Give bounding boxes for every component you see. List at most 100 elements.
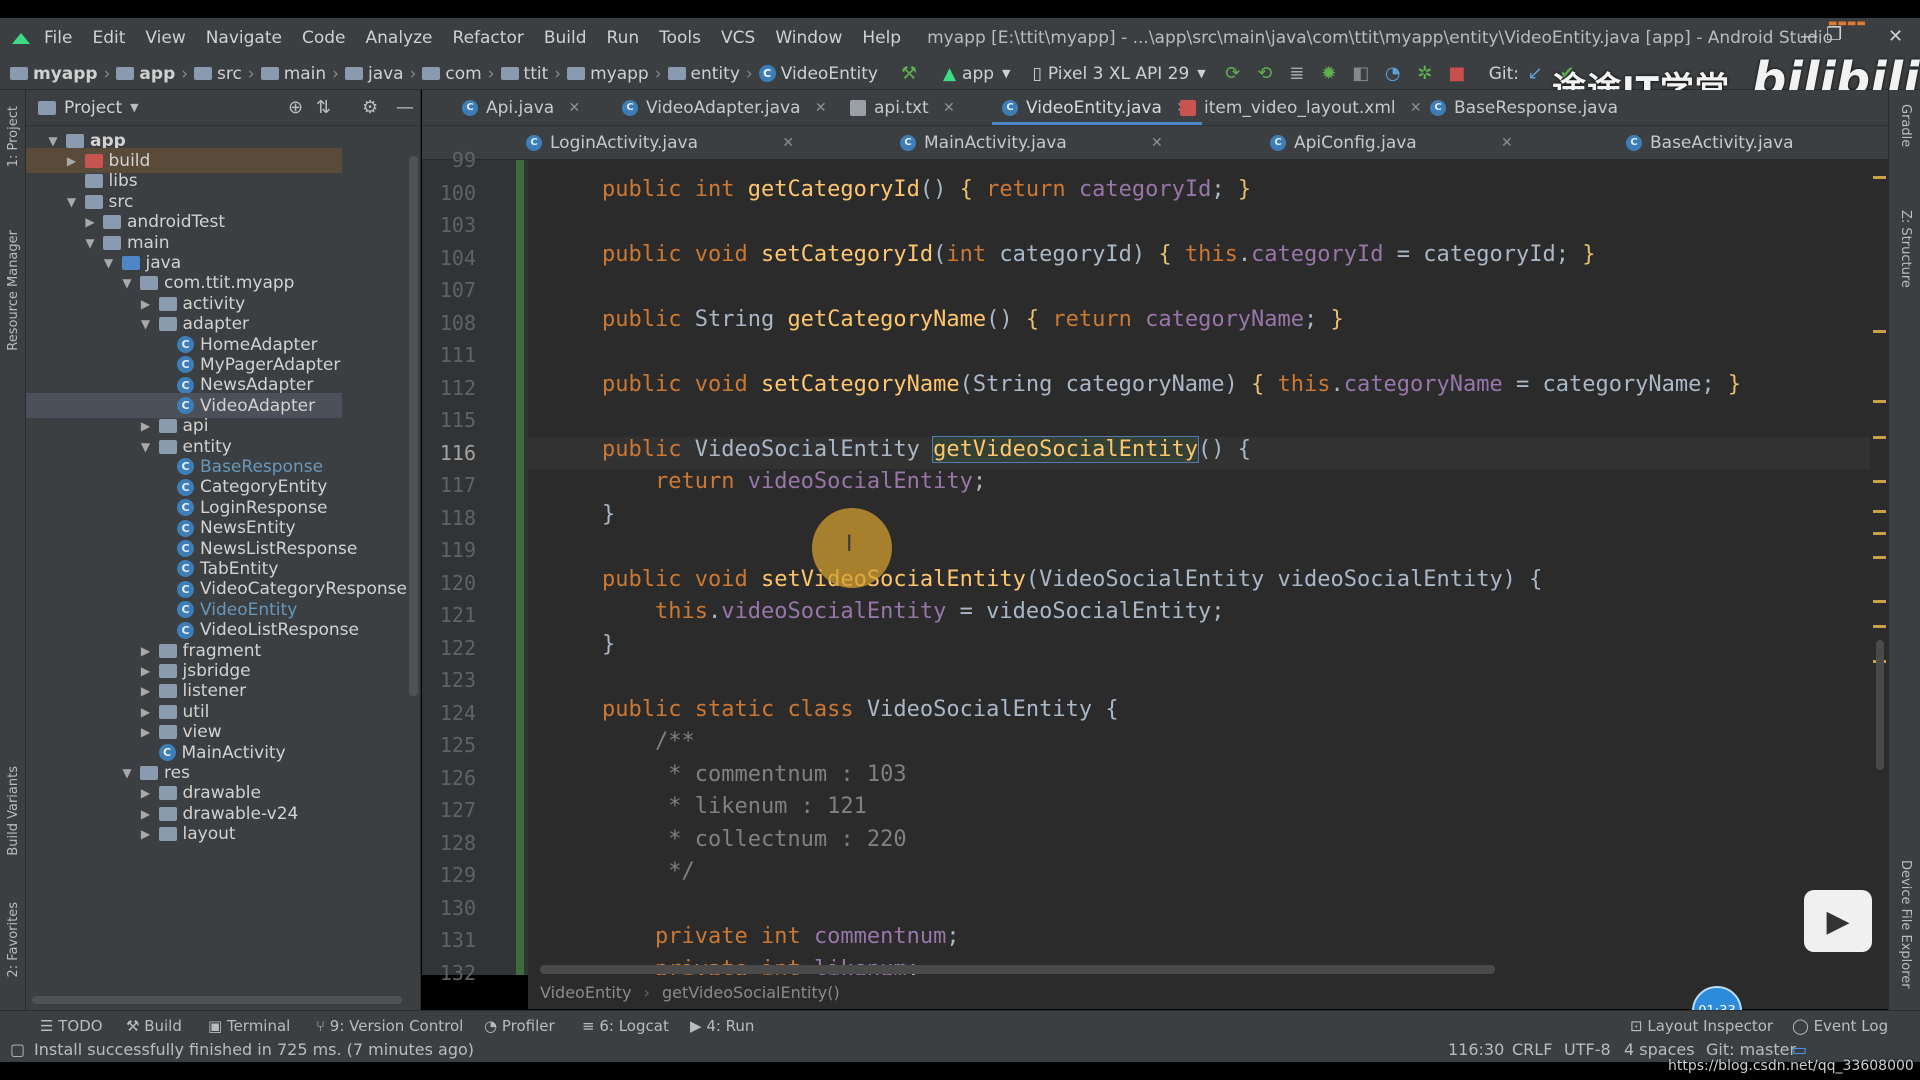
menu-help[interactable]: Help [862,28,901,48]
chevron-down-icon[interactable]: ▼ [130,101,138,114]
close-window-icon[interactable]: ✕ [1888,26,1903,47]
error-stripe-mark[interactable] [1873,510,1886,513]
tool-4-run[interactable]: ▶ 4: Run [690,1017,754,1035]
collapse-arrow-icon[interactable]: ▶ [137,297,155,311]
expand-arrow-icon[interactable]: ▼ [118,766,136,780]
crumb-ttit[interactable]: ttit › [500,64,568,84]
menu-refactor[interactable]: Refactor [453,28,524,48]
tree-hscrollbar[interactable] [32,996,402,1004]
expand-arrow-icon[interactable]: ▼ [137,317,155,331]
collapse-arrow-icon[interactable]: ▶ [137,419,155,433]
editor-crumb-method[interactable]: getVideoSocialEntity() [662,983,840,1002]
collapse-arrow-icon[interactable]: ▶ [137,705,155,719]
editor-hscrollbar[interactable] [540,965,1495,974]
menu-edit[interactable]: Edit [92,28,125,48]
collapse-arrow-icon[interactable]: ▶ [137,725,155,739]
editor-crumb-class[interactable]: VideoEntity [540,983,632,1002]
error-stripe-mark[interactable] [1873,480,1886,483]
menu-window[interactable]: Window [775,28,842,48]
crumb-myapp[interactable]: myapp › [567,64,667,84]
close-tab-icon[interactable]: ✕ [1501,135,1513,151]
run-config-select[interactable]: ▲ app ▼ [943,64,1011,84]
debug-icon[interactable]: ✹ [1316,61,1342,87]
tool-todo[interactable]: ☰ TODO [40,1017,103,1035]
vcs-branch[interactable]: Git: master [1706,1040,1796,1059]
hammer-build-icon[interactable]: ⚒ [896,61,922,87]
tool-9-version-control[interactable]: ⑂ 9: Version Control [316,1017,463,1035]
tab-videoadapter-java[interactable]: C VideoAdapter.java ✕ [622,90,827,125]
video-play-button[interactable]: ▶ [1804,890,1872,952]
close-tab-icon[interactable]: ✕ [943,100,955,116]
menu-code[interactable]: Code [302,28,346,48]
crumb-src[interactable]: src › [194,64,261,84]
error-stripe-mark[interactable] [1873,176,1886,179]
expand-arrow-icon[interactable]: ▼ [137,440,155,454]
error-stripe-mark[interactable] [1873,600,1886,603]
tab-api-txt[interactable]: api.txt ✕ [850,90,955,125]
error-stripe[interactable] [1870,160,1888,975]
gear-icon[interactable]: ⚙ [362,97,378,118]
stripe-structure[interactable]: Z: Structure [1898,210,1913,288]
stripe-project[interactable]: 1: Project [6,106,21,167]
line-separator[interactable]: CRLF [1512,1040,1552,1059]
editor-vscrollbar[interactable] [1876,640,1884,770]
menu-navigate[interactable]: Navigate [206,28,282,48]
tab-apiconfig-java[interactable]: C ApiConfig.java ✕ [1270,126,1513,159]
tool-terminal[interactable]: ▣ Terminal [208,1017,290,1035]
stripe-device-file-explorer[interactable]: Device File Explorer [1898,860,1913,989]
coverage-icon[interactable]: ◧ [1348,61,1374,87]
tab-mainactivity-java[interactable]: C MainActivity.java ✕ [900,126,1163,159]
restore-icon[interactable]: ❐ [1826,24,1842,45]
error-stripe-mark[interactable] [1873,625,1886,628]
collapse-arrow-icon[interactable]: ▶ [137,827,155,841]
collapse-arrow-icon[interactable]: ▶ [137,684,155,698]
stripe-build-variants[interactable]: Build Variants [6,766,21,856]
error-stripe-mark[interactable] [1873,532,1886,535]
tool-build[interactable]: ⚒ Build [126,1017,182,1035]
expand-arrow-icon[interactable]: ▼ [118,276,136,290]
menu-vcs[interactable]: VCS [721,28,755,48]
crumb-main[interactable]: main › [260,64,345,84]
apply-code-changes-icon[interactable]: ⟲ [1252,61,1278,87]
crumb-myapp[interactable]: myapp › [10,64,116,84]
tool-profiler[interactable]: ◔ Profiler [484,1017,555,1035]
expand-arrow-icon[interactable]: ▼ [44,134,62,148]
stripe-resource-manager[interactable]: Resource Manager [6,230,21,351]
tab-api-java[interactable]: C Api.java ✕ [462,90,580,125]
tab-baseactivity-java[interactable]: CBaseActivity.java✕ [1626,126,1794,159]
profile-icon[interactable]: ◔ [1380,61,1406,87]
stripe-gradle[interactable]: Gradle [1898,104,1913,147]
menu-run[interactable]: Run [607,28,640,48]
attach-debugger-icon[interactable]: ✲ [1412,61,1438,87]
close-tab-icon[interactable]: ✕ [815,100,827,116]
error-stripe-mark[interactable] [1873,556,1886,559]
tree-item-layout[interactable]: ▶ layout [137,822,236,847]
tab-item-video-layout-xml[interactable]: item_video_layout.xml ✕ [1180,90,1422,125]
expand-arrow-icon[interactable]: ▼ [63,195,81,209]
tool-event-log[interactable]: ◯ Event Log [1792,1017,1888,1035]
collapse-arrow-icon[interactable]: ▶ [137,807,155,821]
tool-6-logcat[interactable]: ≡ 6: Logcat [582,1017,669,1035]
tab-videoentity-java[interactable]: CVideoEntity.java✕ [992,90,1202,125]
crumb-entity[interactable]: entity › [667,64,759,84]
close-tab-icon[interactable]: ✕ [782,135,794,151]
close-tab-icon[interactable]: ✕ [1410,100,1422,116]
apply-changes-icon[interactable]: ⟳ [1220,61,1246,87]
close-tab-icon[interactable]: ✕ [1151,135,1163,151]
error-stripe-mark[interactable] [1873,436,1886,439]
device-select[interactable]: ▯ Pixel 3 XL API 29 ▼ [1033,64,1206,84]
indent-setting[interactable]: 4 spaces [1624,1040,1695,1059]
menu-tools[interactable]: Tools [659,28,701,48]
tab-baseresponse-java[interactable]: C BaseResponse.java [1430,90,1618,125]
stripe-favorites[interactable]: 2: Favorites [6,902,21,978]
tab-loginactivity-java[interactable]: C LoginActivity.java ✕ [526,126,794,159]
collapse-arrow-icon[interactable]: ▶ [81,215,99,229]
minimize-icon[interactable]: — [1800,26,1818,47]
error-stripe-mark[interactable] [1873,400,1886,403]
project-view-select[interactable]: Project [64,98,122,118]
tree-scrollbar[interactable] [409,156,418,696]
file-encoding[interactable]: UTF-8 [1564,1040,1611,1059]
code-editor[interactable]: public int getCategoryId() { return cate… [528,160,1888,975]
menu-build[interactable]: Build [544,28,587,48]
collapse-arrow-icon[interactable]: ▶ [137,644,155,658]
